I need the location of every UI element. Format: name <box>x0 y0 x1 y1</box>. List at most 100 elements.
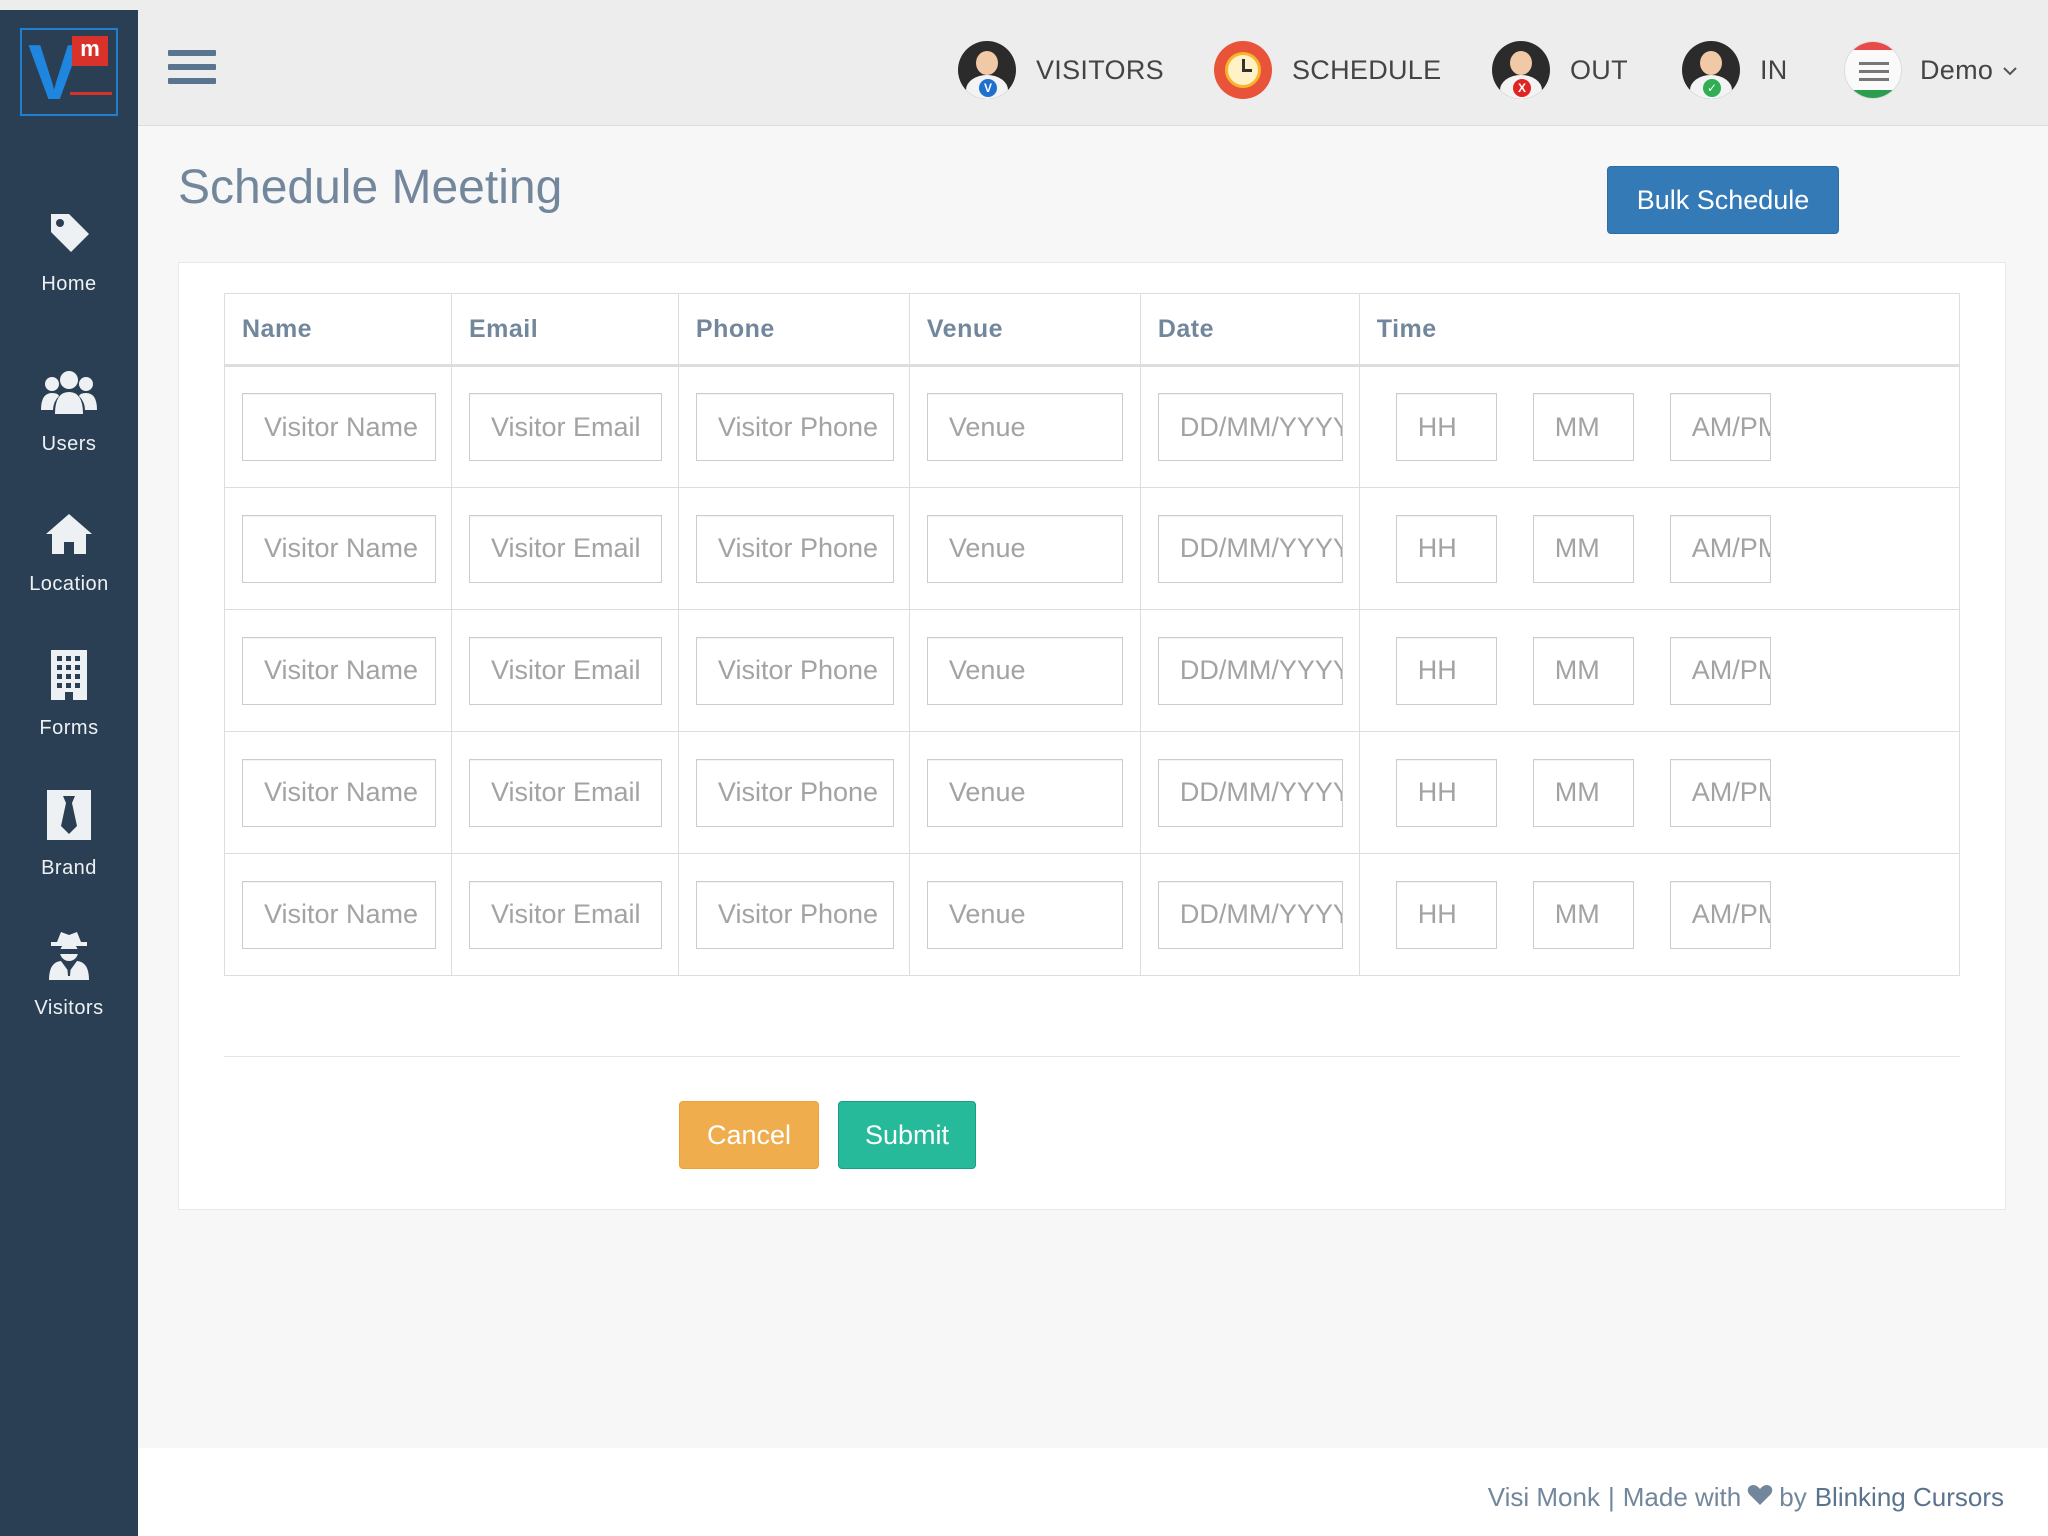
main-content: Schedule Meeting Bulk Schedule Name Emai… <box>138 126 2048 1448</box>
nav-label: SCHEDULE <box>1292 54 1442 85</box>
visitor-email-input[interactable] <box>468 636 662 705</box>
date-input[interactable] <box>1157 758 1343 827</box>
venue-input[interactable] <box>926 880 1123 949</box>
visitor-name-input[interactable] <box>242 393 436 461</box>
visitor-email-input[interactable] <box>468 514 662 583</box>
venue-input[interactable] <box>926 514 1123 583</box>
date-input[interactable] <box>1157 393 1343 461</box>
venue-input[interactable] <box>926 758 1123 827</box>
table-cell <box>224 609 452 732</box>
table-cell <box>677 853 910 976</box>
table-cell <box>450 365 679 488</box>
table-cell <box>908 365 1141 488</box>
minute-input[interactable] <box>1532 758 1634 827</box>
schedule-panel: Name Email Phone Venue Date Time Cancel … <box>178 262 2006 1210</box>
ampm-input[interactable] <box>1669 758 1771 827</box>
footer-company-link[interactable]: Blinking Cursors <box>1815 1482 2004 1513</box>
table-cell <box>224 731 452 854</box>
home-icon <box>0 512 138 561</box>
table-cell <box>677 365 910 488</box>
visitor-phone-input[interactable] <box>695 758 894 827</box>
table-cell <box>450 731 679 854</box>
bulk-schedule-button[interactable]: Bulk Schedule <box>1607 166 1839 234</box>
column-header-phone: Phone <box>677 293 910 367</box>
hour-input[interactable] <box>1395 758 1497 827</box>
nav-schedule[interactable]: SCHEDULE <box>1214 40 1441 100</box>
column-header-name: Name <box>224 293 452 367</box>
tie-icon <box>0 790 138 845</box>
sidebar-item-forms[interactable]: Forms <box>0 650 138 740</box>
logo-letter-v: V <box>28 28 80 116</box>
venue-input[interactable] <box>926 393 1123 461</box>
column-header-time: Time <box>1358 293 1961 367</box>
table-cell <box>908 487 1141 610</box>
nav-out[interactable]: X OUT <box>1492 40 1628 100</box>
visitor-name-input[interactable] <box>242 514 436 583</box>
nav-in[interactable]: ✓ IN <box>1682 40 1788 100</box>
visitor-phone-input[interactable] <box>695 636 894 705</box>
hour-input[interactable] <box>1395 514 1497 583</box>
visitor-phone-input[interactable] <box>695 514 894 583</box>
sidebar-item-users[interactable]: Users <box>0 368 138 456</box>
hour-input[interactable] <box>1395 636 1497 705</box>
in-badge: ✓ <box>1703 79 1721 97</box>
table-row <box>224 487 1961 610</box>
visitor-name-input[interactable] <box>242 758 436 827</box>
hour-input[interactable] <box>1395 393 1497 461</box>
date-input[interactable] <box>1157 514 1343 583</box>
table-cell <box>450 487 679 610</box>
out-badge: X <box>1513 79 1531 97</box>
visitor-name-input[interactable] <box>242 880 436 949</box>
visitor-name-input[interactable] <box>242 636 436 705</box>
sidebar-item-visitors[interactable]: Visitors <box>0 930 138 1020</box>
chevron-down-icon <box>2003 60 2017 81</box>
ampm-input[interactable] <box>1669 880 1771 949</box>
ampm-input[interactable] <box>1669 514 1771 583</box>
page-title: Schedule Meeting <box>178 161 563 214</box>
user-secret-icon <box>0 930 138 985</box>
sidebar: V m Home Users Location Forms Brand Visi… <box>0 10 138 1536</box>
column-header-venue: Venue <box>908 293 1141 367</box>
app-logo[interactable]: V m <box>20 28 118 116</box>
cancel-button[interactable]: Cancel <box>679 1101 819 1169</box>
minute-input[interactable] <box>1532 393 1634 461</box>
sidebar-item-label: Forms <box>39 717 99 739</box>
time-cell <box>1358 731 1961 854</box>
time-cell <box>1358 609 1961 732</box>
sidebar-item-location[interactable]: Location <box>0 512 138 596</box>
minute-input[interactable] <box>1532 880 1634 949</box>
sidebar-item-home[interactable]: Home <box>0 208 138 296</box>
visitor-phone-input[interactable] <box>695 880 894 949</box>
visitor-email-input[interactable] <box>468 393 662 461</box>
ampm-input[interactable] <box>1669 636 1771 705</box>
time-cell <box>1358 365 1961 488</box>
date-input[interactable] <box>1157 636 1343 705</box>
time-cell <box>1358 853 1961 976</box>
schedule-table: Name Email Phone Venue Date Time <box>224 293 1961 976</box>
minute-input[interactable] <box>1532 514 1634 583</box>
venue-input[interactable] <box>926 636 1123 705</box>
visitor-phone-input[interactable] <box>695 393 894 461</box>
nav-label: IN <box>1760 54 1788 85</box>
minute-input[interactable] <box>1532 636 1634 705</box>
sidebar-item-brand[interactable]: Brand <box>0 790 138 880</box>
table-cell <box>677 609 910 732</box>
visitor-email-input[interactable] <box>468 880 662 949</box>
user-menu[interactable]: Demo <box>1844 40 2017 100</box>
sidebar-item-label: Visitors <box>34 997 104 1019</box>
nav-visitors[interactable]: V VISITORS <box>958 40 1164 100</box>
checkin-avatar-icon: ✓ <box>1682 41 1740 99</box>
building-icon <box>0 650 138 705</box>
table-header-row: Name Email Phone Venue Date Time <box>224 293 1961 367</box>
date-input[interactable] <box>1157 880 1343 949</box>
ampm-input[interactable] <box>1669 393 1771 461</box>
menu-toggle-icon[interactable] <box>168 50 216 90</box>
submit-button[interactable]: Submit <box>838 1101 976 1169</box>
hour-input[interactable] <box>1395 880 1497 949</box>
table-cell <box>450 609 679 732</box>
table-cell <box>224 365 452 488</box>
table-cell <box>224 487 452 610</box>
visitor-email-input[interactable] <box>468 758 662 827</box>
top-header: V VISITORS SCHEDULE X OUT ✓ IN Demo <box>138 10 2048 126</box>
table-row <box>224 853 1961 976</box>
